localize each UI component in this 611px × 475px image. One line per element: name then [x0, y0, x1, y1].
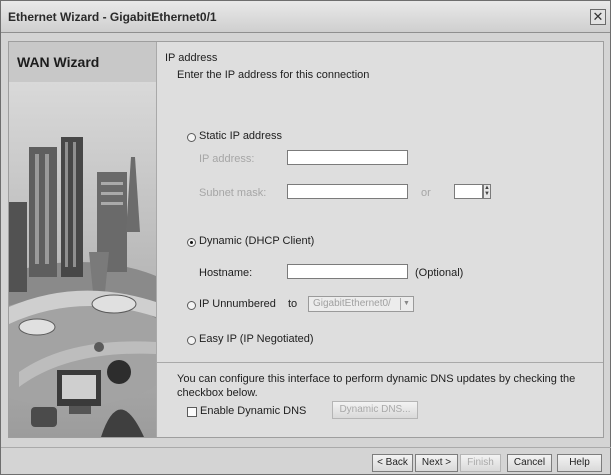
ethernet-wizard-window: Ethernet Wizard - GigabitEthernet0/1 ✕ W…: [0, 0, 611, 475]
subnet-mask-field[interactable]: [287, 184, 408, 199]
dns-info-text: You can configure this interface to perf…: [177, 373, 576, 385]
hostname-label: Hostname:: [199, 267, 253, 279]
unnumbered-radio[interactable]: [187, 301, 196, 310]
dynamic-dns-checkbox[interactable]: [187, 407, 197, 417]
close-icon[interactable]: ✕: [590, 9, 606, 25]
title-bar[interactable]: Ethernet Wizard - GigabitEthernet0/1 ✕: [1, 1, 610, 33]
next-button[interactable]: Next >: [415, 454, 458, 472]
dhcp-radio[interactable]: [187, 238, 196, 247]
ip-address-field[interactable]: [287, 150, 408, 165]
unnumbered-interface-select[interactable]: GigabitEthernet0/ ▼: [308, 296, 414, 312]
wizard-body: WAN Wizard IP address Enter the IP addre…: [8, 41, 604, 438]
static-ip-label: Static IP address: [199, 130, 282, 142]
section-description: Enter the IP address for this connection: [177, 69, 370, 81]
hostname-field[interactable]: [287, 264, 408, 279]
dynamic-dns-checkbox-label: Enable Dynamic DNS: [200, 405, 307, 417]
subnet-mask-label: Subnet mask:: [199, 187, 267, 199]
wizard-content: IP address Enter the IP address for this…: [157, 42, 603, 437]
prefix-length-field[interactable]: [454, 184, 483, 199]
window-title: Ethernet Wizard - GigabitEthernet0/1: [8, 10, 217, 24]
hostname-optional-label: (Optional): [415, 267, 464, 279]
ip-address-label: IP address:: [199, 153, 255, 165]
or-label: or: [421, 187, 431, 199]
footer-separator: [1, 447, 611, 448]
back-button[interactable]: < Back: [372, 454, 413, 472]
unnumbered-interface-value: GigabitEthernet0/: [313, 298, 391, 309]
easy-ip-radio[interactable]: [187, 336, 196, 345]
cancel-button[interactable]: Cancel: [507, 454, 552, 472]
finish-button[interactable]: Finish: [460, 454, 501, 472]
prefix-spinner[interactable]: ▲ ▼: [483, 184, 491, 199]
dynamic-dns-button[interactable]: Dynamic DNS...: [332, 401, 418, 419]
help-button[interactable]: Help: [557, 454, 602, 472]
dhcp-label: Dynamic (DHCP Client): [199, 235, 315, 247]
unnumbered-label: IP Unnumbered: [199, 298, 276, 310]
easy-ip-label: Easy IP (IP Negotiated): [199, 333, 314, 345]
dns-info-text-2: checkbox below.: [177, 387, 258, 399]
content-divider: [157, 362, 603, 363]
unnumbered-to-label: to: [288, 298, 298, 310]
static-ip-radio[interactable]: [187, 133, 196, 142]
section-title: IP address: [165, 52, 218, 64]
city-illustration: [9, 82, 156, 437]
wizard-sidebar: WAN Wizard: [9, 42, 157, 437]
chevron-down-icon: ▼: [400, 298, 412, 310]
